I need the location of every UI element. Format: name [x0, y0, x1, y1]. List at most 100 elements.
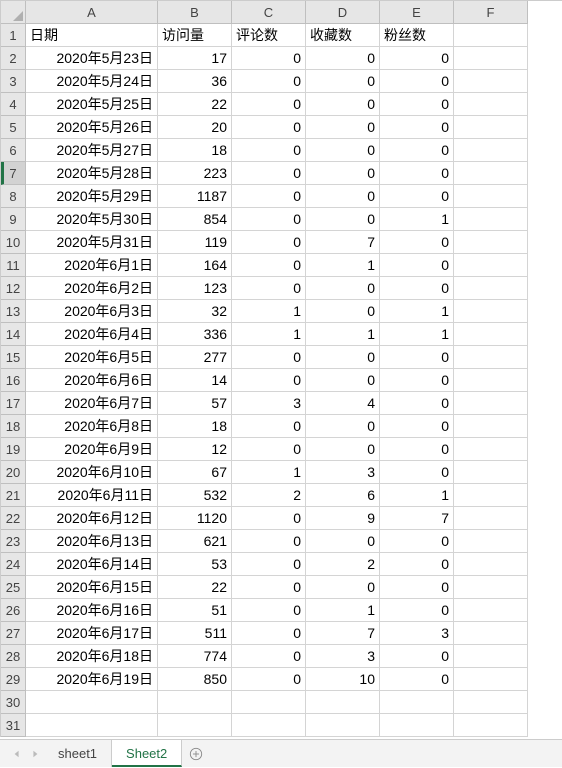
cell-A21[interactable]: 2020年6月11日 — [26, 484, 158, 507]
cell-E30[interactable] — [380, 691, 454, 714]
cell-B14[interactable]: 336 — [158, 323, 232, 346]
cell-B11[interactable]: 164 — [158, 254, 232, 277]
row-header-19[interactable]: 19 — [1, 438, 26, 461]
cell-B19[interactable]: 12 — [158, 438, 232, 461]
row-header-12[interactable]: 12 — [1, 277, 26, 300]
cell-A8[interactable]: 2020年5月29日 — [26, 185, 158, 208]
cell-B30[interactable] — [158, 691, 232, 714]
cell-B25[interactable]: 22 — [158, 576, 232, 599]
cell-B13[interactable]: 32 — [158, 300, 232, 323]
cell-C18[interactable]: 0 — [232, 415, 306, 438]
cell-D21[interactable]: 6 — [306, 484, 380, 507]
row-header-16[interactable]: 16 — [1, 369, 26, 392]
cell-F6[interactable] — [454, 139, 528, 162]
cell-E6[interactable]: 0 — [380, 139, 454, 162]
cell-F24[interactable] — [454, 553, 528, 576]
cell-A12[interactable]: 2020年6月2日 — [26, 277, 158, 300]
col-header-F[interactable]: F — [454, 1, 528, 24]
row-header-25[interactable]: 25 — [1, 576, 26, 599]
cell-F3[interactable] — [454, 70, 528, 93]
row-header-23[interactable]: 23 — [1, 530, 26, 553]
cell-F17[interactable] — [454, 392, 528, 415]
row-header-21[interactable]: 21 — [1, 484, 26, 507]
tab-nav-prev[interactable] — [8, 740, 26, 767]
cell-D10[interactable]: 7 — [306, 231, 380, 254]
cell-E22[interactable]: 7 — [380, 507, 454, 530]
cell-E9[interactable]: 1 — [380, 208, 454, 231]
cell-D31[interactable] — [306, 714, 380, 737]
cell-B16[interactable]: 14 — [158, 369, 232, 392]
cell-C1[interactable]: 评论数 — [232, 24, 306, 47]
row-header-13[interactable]: 13 — [1, 300, 26, 323]
row-header-24[interactable]: 24 — [1, 553, 26, 576]
cell-C31[interactable] — [232, 714, 306, 737]
cell-C14[interactable]: 1 — [232, 323, 306, 346]
row-header-15[interactable]: 15 — [1, 346, 26, 369]
cell-D19[interactable]: 0 — [306, 438, 380, 461]
sheet-tab-sheet1[interactable]: sheet1 — [44, 740, 112, 767]
cell-B6[interactable]: 18 — [158, 139, 232, 162]
cell-B22[interactable]: 1120 — [158, 507, 232, 530]
cell-C5[interactable]: 0 — [232, 116, 306, 139]
cell-D4[interactable]: 0 — [306, 93, 380, 116]
cell-E28[interactable]: 0 — [380, 645, 454, 668]
sheet-tab-Sheet2[interactable]: Sheet2 — [112, 740, 182, 767]
cell-A30[interactable] — [26, 691, 158, 714]
cell-C22[interactable]: 0 — [232, 507, 306, 530]
cell-B27[interactable]: 511 — [158, 622, 232, 645]
cell-F31[interactable] — [454, 714, 528, 737]
cell-B28[interactable]: 774 — [158, 645, 232, 668]
cell-B21[interactable]: 532 — [158, 484, 232, 507]
cell-D20[interactable]: 3 — [306, 461, 380, 484]
cell-F16[interactable] — [454, 369, 528, 392]
cell-F10[interactable] — [454, 231, 528, 254]
cell-B5[interactable]: 20 — [158, 116, 232, 139]
col-header-B[interactable]: B — [158, 1, 232, 24]
cell-F25[interactable] — [454, 576, 528, 599]
cell-D24[interactable]: 2 — [306, 553, 380, 576]
cell-E4[interactable]: 0 — [380, 93, 454, 116]
cell-B15[interactable]: 277 — [158, 346, 232, 369]
cell-A22[interactable]: 2020年6月12日 — [26, 507, 158, 530]
cell-A9[interactable]: 2020年5月30日 — [26, 208, 158, 231]
cell-F23[interactable] — [454, 530, 528, 553]
cell-C30[interactable] — [232, 691, 306, 714]
cell-B9[interactable]: 854 — [158, 208, 232, 231]
row-header-22[interactable]: 22 — [1, 507, 26, 530]
cell-E14[interactable]: 1 — [380, 323, 454, 346]
cell-F26[interactable] — [454, 599, 528, 622]
row-header-27[interactable]: 27 — [1, 622, 26, 645]
cell-F15[interactable] — [454, 346, 528, 369]
cell-A14[interactable]: 2020年6月4日 — [26, 323, 158, 346]
cell-E21[interactable]: 1 — [380, 484, 454, 507]
cell-A19[interactable]: 2020年6月9日 — [26, 438, 158, 461]
cell-F9[interactable] — [454, 208, 528, 231]
cell-A3[interactable]: 2020年5月24日 — [26, 70, 158, 93]
cell-C25[interactable]: 0 — [232, 576, 306, 599]
select-all-corner[interactable] — [1, 1, 26, 24]
cell-B10[interactable]: 119 — [158, 231, 232, 254]
cell-D5[interactable]: 0 — [306, 116, 380, 139]
cell-B23[interactable]: 621 — [158, 530, 232, 553]
cell-C24[interactable]: 0 — [232, 553, 306, 576]
cell-E18[interactable]: 0 — [380, 415, 454, 438]
cell-E26[interactable]: 0 — [380, 599, 454, 622]
cell-A16[interactable]: 2020年6月6日 — [26, 369, 158, 392]
cell-F30[interactable] — [454, 691, 528, 714]
cell-D3[interactable]: 0 — [306, 70, 380, 93]
cell-B12[interactable]: 123 — [158, 277, 232, 300]
cell-B8[interactable]: 1187 — [158, 185, 232, 208]
col-header-E[interactable]: E — [380, 1, 454, 24]
cell-F11[interactable] — [454, 254, 528, 277]
cell-D13[interactable]: 0 — [306, 300, 380, 323]
cell-F22[interactable] — [454, 507, 528, 530]
cell-D12[interactable]: 0 — [306, 277, 380, 300]
cell-A13[interactable]: 2020年6月3日 — [26, 300, 158, 323]
add-sheet-button[interactable] — [182, 740, 210, 767]
cell-A20[interactable]: 2020年6月10日 — [26, 461, 158, 484]
cell-C8[interactable]: 0 — [232, 185, 306, 208]
cell-C15[interactable]: 0 — [232, 346, 306, 369]
row-header-3[interactable]: 3 — [1, 70, 26, 93]
cell-C19[interactable]: 0 — [232, 438, 306, 461]
cell-D25[interactable]: 0 — [306, 576, 380, 599]
